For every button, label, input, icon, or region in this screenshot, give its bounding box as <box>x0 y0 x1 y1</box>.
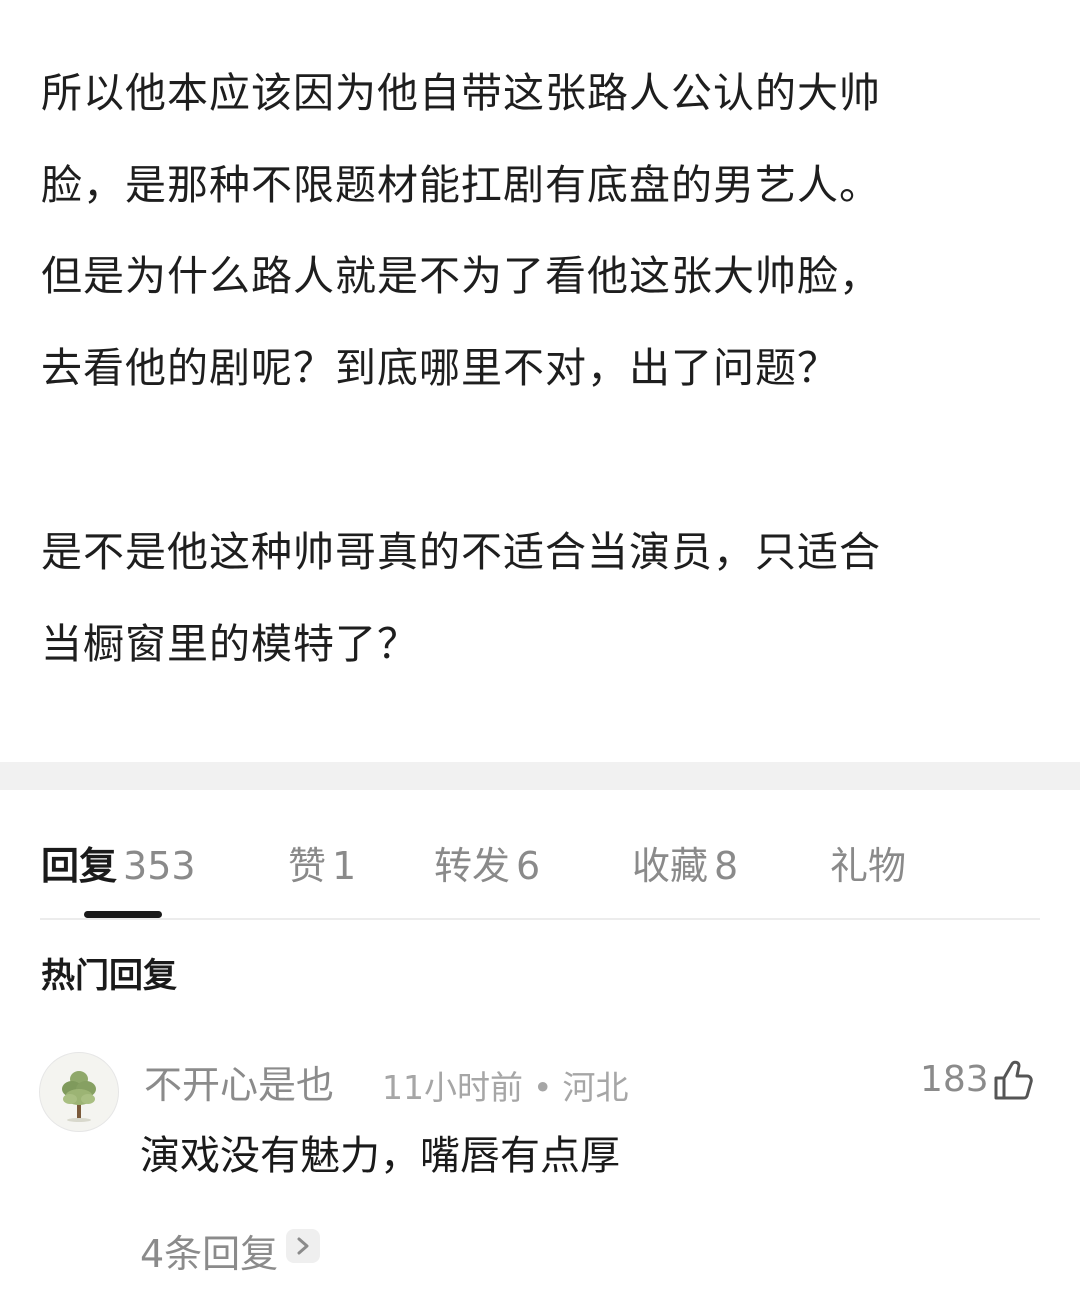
tab-likes[interactable]: 赞1 <box>288 838 356 894</box>
post-text-line: 是不是他这种帅哥真的不适合当演员，只适合 <box>41 528 881 576</box>
avatar[interactable] <box>39 1052 119 1132</box>
tree-avatar-icon <box>62 1071 96 1122</box>
tab-count: 1 <box>332 844 357 888</box>
tab-label: 赞 <box>288 844 327 888</box>
comment-meta: 11小时前 • 河北 <box>382 1064 628 1112</box>
tab-count: 353 <box>123 844 196 888</box>
replies-label: 4条回复 <box>140 1232 279 1276</box>
post-text-line: 当橱窗里的模特了？ <box>41 620 419 668</box>
comment-like-count: 183 <box>920 1059 989 1100</box>
section-divider <box>0 762 1080 790</box>
tab-gifts[interactable]: 礼物 <box>830 838 906 894</box>
thumbs-up-icon[interactable] <box>990 1058 1036 1104</box>
post-text-line: 所以他本应该因为他自带这张路人公认的大帅 <box>41 69 881 117</box>
tab-count: 6 <box>516 844 541 888</box>
tabs-divider <box>40 918 1040 920</box>
post-text-line: 但是为什么路人就是不为了看他这张大帅脸， <box>41 252 881 300</box>
tab-label: 转发 <box>434 844 511 888</box>
active-tab-indicator <box>84 911 162 918</box>
comment-time: 11小时前 <box>382 1068 523 1107</box>
comment-text: 演戏没有魅力，嘴唇有点厚 <box>140 1133 620 1179</box>
view-replies-button[interactable]: 4条回复 <box>140 1226 321 1282</box>
tab-label: 收藏 <box>632 844 709 888</box>
chevron-right-icon <box>286 1229 321 1263</box>
comment-author[interactable]: 不开心是也 <box>144 1058 334 1112</box>
post-body: 所以他本应该因为他自带这张路人公认的大帅 脸，是那种不限题材能扛剧有底盘的男艺人… <box>0 0 1080 762</box>
tab-replies[interactable]: 回复 353 <box>41 838 196 894</box>
tab-label: 回复 <box>41 844 118 888</box>
post-text-line: 脸，是那种不限题材能扛剧有底盘的男艺人。 <box>41 161 881 209</box>
meta-separator: • <box>533 1068 553 1107</box>
post-text-line: 去看他的剧呢？到底哪里不对，出了问题？ <box>41 344 839 392</box>
comment-location: 河北 <box>562 1068 629 1107</box>
tab-favorites[interactable]: 收藏 8 <box>632 838 738 894</box>
tab-count: 8 <box>714 844 739 888</box>
hot-replies-title: 热门回复 <box>41 956 177 996</box>
tab-reposts[interactable]: 转发 6 <box>434 838 540 894</box>
tab-label: 礼物 <box>830 844 907 888</box>
